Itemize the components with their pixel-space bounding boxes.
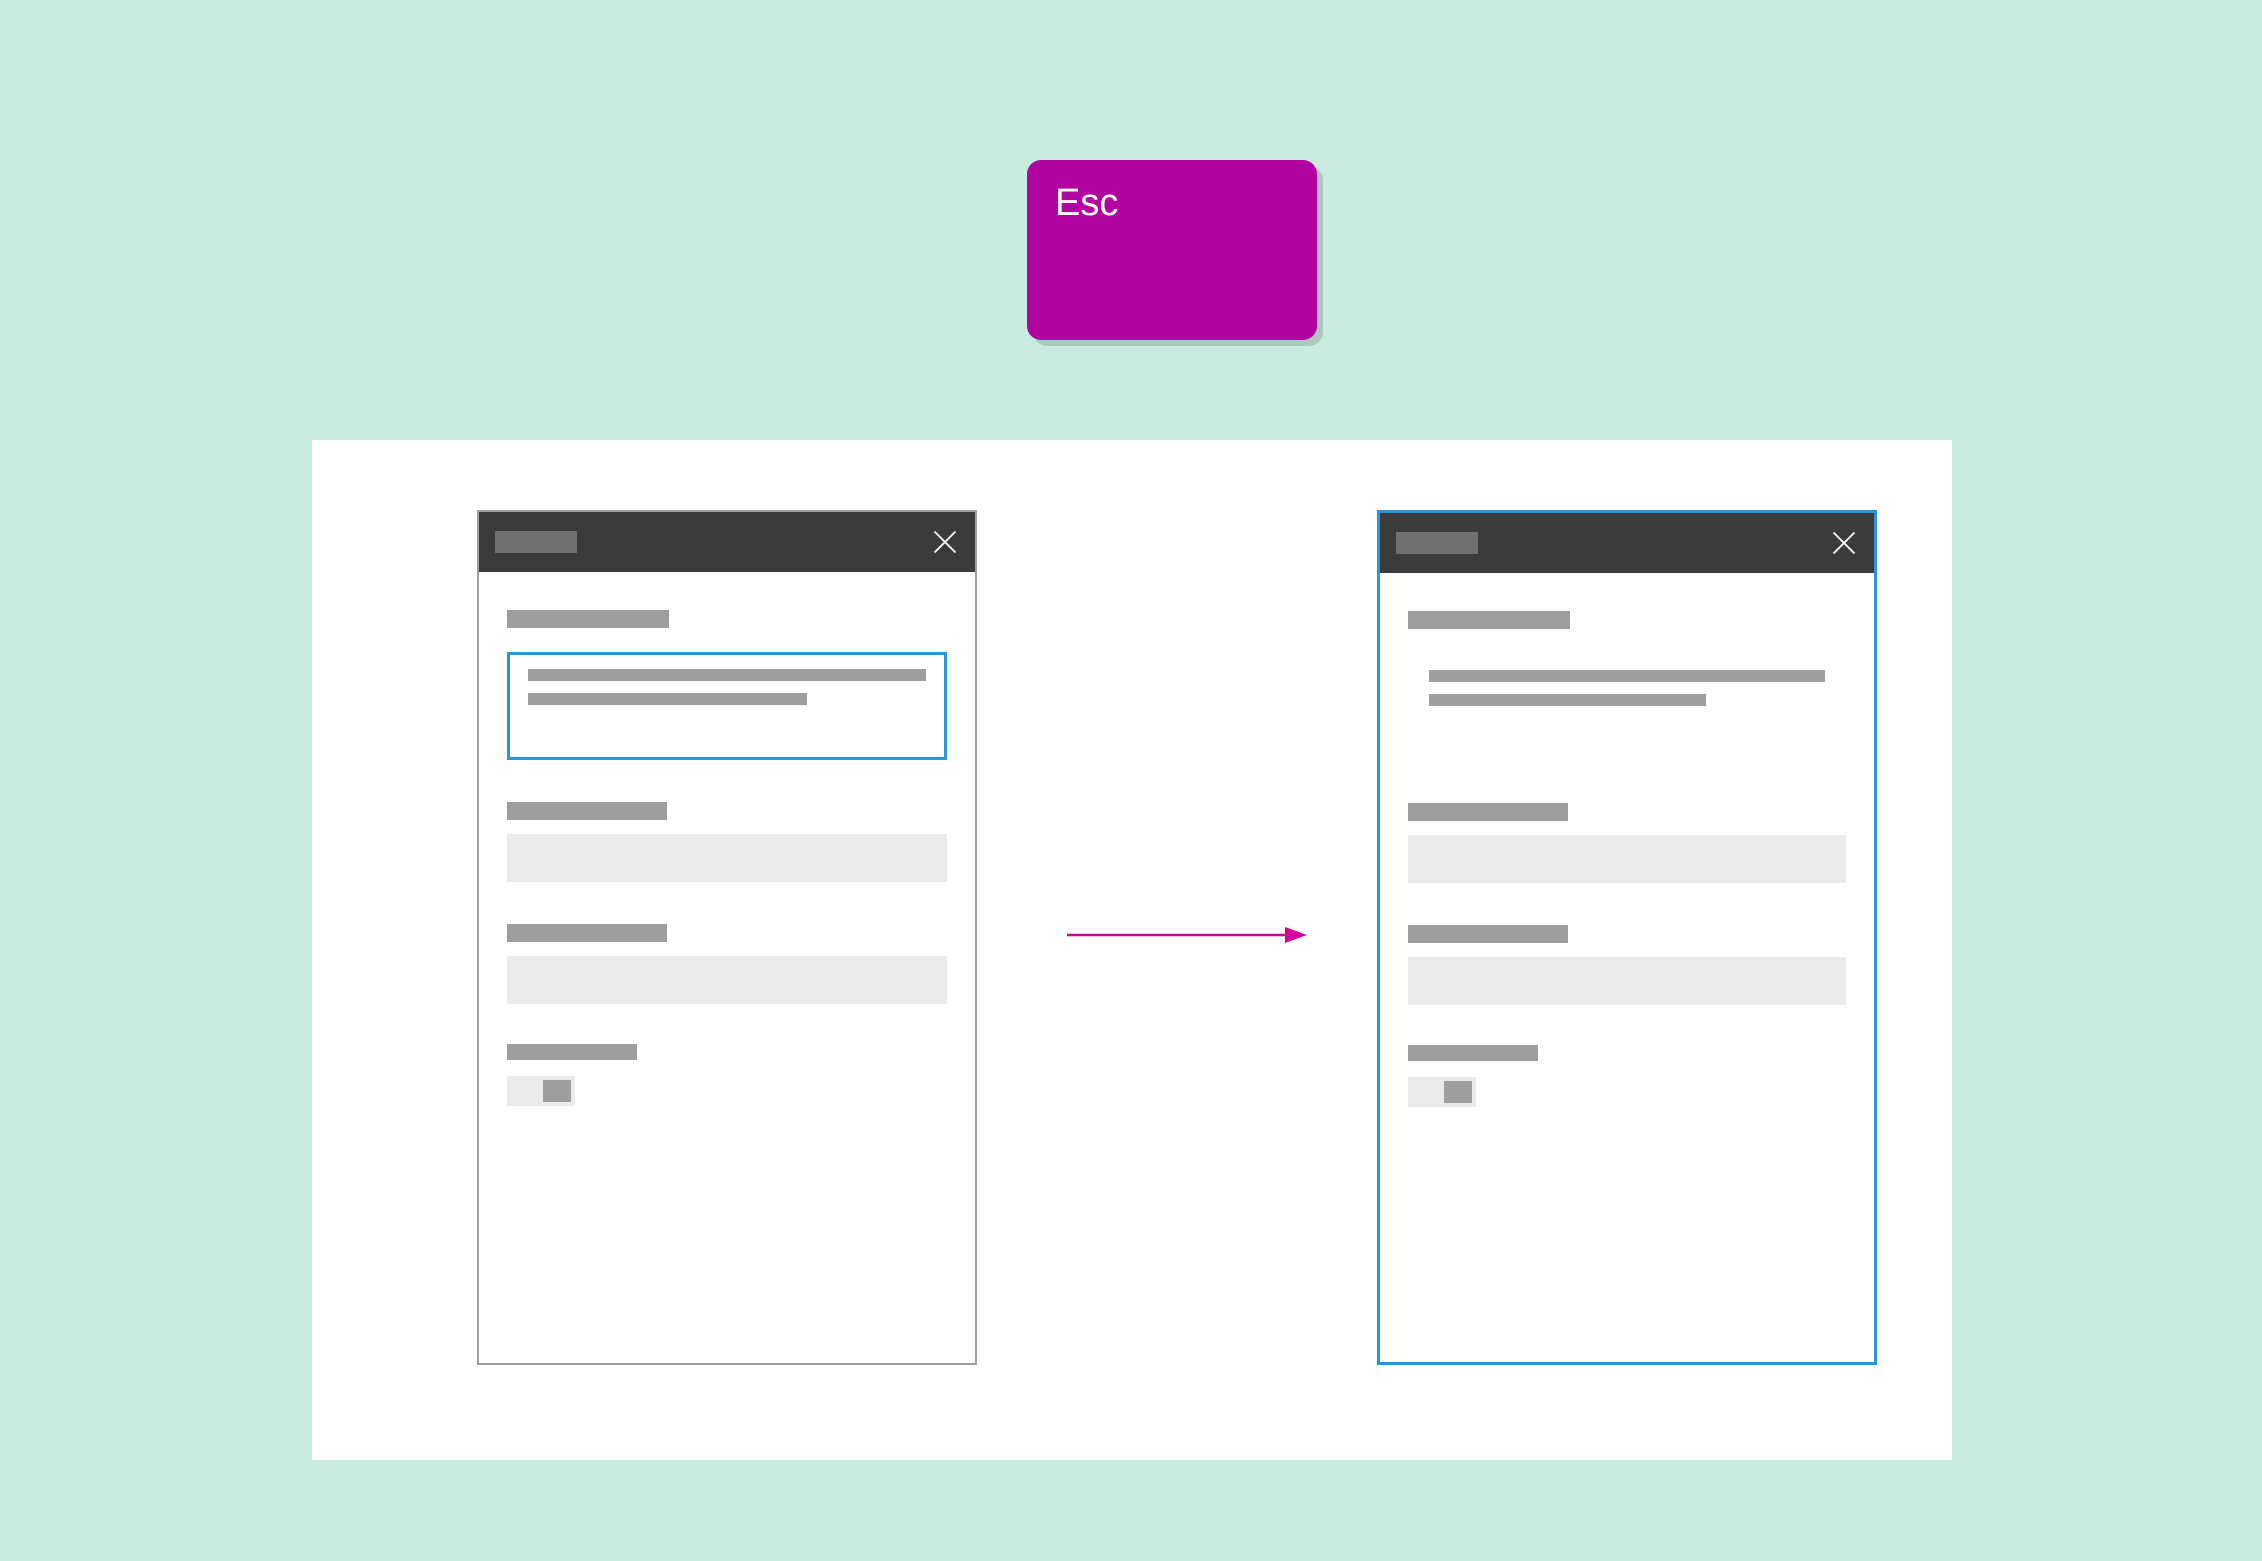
toggle-label-placeholder	[1408, 1045, 1538, 1061]
text-field[interactable]	[507, 834, 947, 882]
field-label-placeholder	[507, 802, 667, 820]
dialog-title-placeholder	[495, 531, 577, 553]
text-line-placeholder	[1429, 694, 1706, 706]
close-icon	[1830, 544, 1858, 561]
dialog-title-placeholder	[1396, 532, 1478, 554]
section-heading-placeholder	[507, 610, 669, 628]
esc-key-label: Esc	[1055, 182, 1118, 224]
toggle-switch[interactable]	[507, 1076, 575, 1106]
close-button[interactable]	[931, 528, 959, 556]
diagram-stage	[312, 440, 1952, 1460]
text-field[interactable]	[507, 956, 947, 1004]
description-area-focused[interactable]	[507, 652, 947, 760]
text-line-placeholder	[1429, 670, 1825, 682]
toggle-thumb	[543, 1080, 571, 1102]
dialog-before	[477, 510, 977, 1365]
field-label-placeholder	[1408, 803, 1568, 821]
close-button[interactable]	[1830, 529, 1858, 557]
dialog-after	[1377, 510, 1877, 1365]
section-heading-placeholder	[1408, 611, 1570, 629]
toggle-thumb	[1444, 1081, 1472, 1103]
text-field[interactable]	[1408, 835, 1846, 883]
esc-key: Esc	[1027, 160, 1317, 340]
toggle-switch[interactable]	[1408, 1077, 1476, 1107]
dialog-titlebar	[479, 512, 975, 572]
text-line-placeholder	[528, 693, 807, 705]
dialog-body	[1380, 573, 1874, 1135]
field-label-placeholder	[1408, 925, 1568, 943]
transition-arrow	[1067, 920, 1307, 950]
close-icon	[931, 543, 959, 560]
description-area[interactable]	[1408, 653, 1846, 761]
text-field[interactable]	[1408, 957, 1846, 1005]
text-line-placeholder	[528, 669, 926, 681]
field-label-placeholder	[507, 924, 667, 942]
toggle-label-placeholder	[507, 1044, 637, 1060]
dialog-titlebar	[1380, 513, 1874, 573]
arrow-right-icon	[1067, 937, 1307, 954]
dialog-body	[479, 572, 975, 1134]
